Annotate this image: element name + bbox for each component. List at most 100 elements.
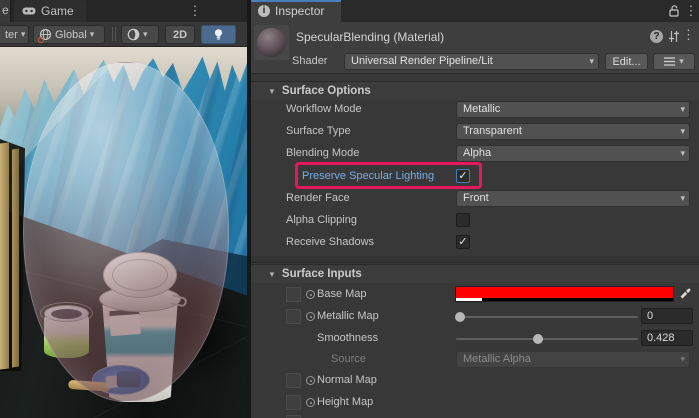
tab-inspector-label: Inspector [275,4,324,18]
receive-shadows-checkbox[interactable]: ✓ [456,235,470,249]
chevron-down-icon: ▾ [90,29,95,40]
chevron-down-icon: ▾ [680,352,685,367]
material-preview-thumbnail[interactable] [254,25,289,60]
shader-dropdown-value: Universal Render Pipeline/Lit [351,55,493,67]
wooden-ladder-rail [0,142,9,369]
object-picker-icon[interactable] [306,376,315,385]
preserve-specular-row: Preserve Specular Lighting ✓ [251,168,699,186]
source-dropdown: Metallic Alpha ▾ [456,351,690,368]
render-face-row: Render Face Front ▾ [251,190,699,208]
help-icon[interactable]: ? [650,30,663,43]
surface-type-label: Surface Type [286,123,351,140]
preserve-specular-label: Preserve Specular Lighting [302,168,434,185]
tab-inspector[interactable]: i Inspector [251,0,341,22]
blending-mode-label: Blending Mode [286,145,359,162]
unlock-icon[interactable] [667,4,681,18]
surface-inputs-title: Surface Inputs [282,268,362,280]
eyedropper-icon[interactable] [677,286,693,302]
object-picker-icon[interactable] [306,290,315,299]
game-pane: e Game ⋮ ter ▾ Global ▾ [0,0,247,418]
info-icon: i [258,5,270,17]
surface-type-row: Surface Type Transparent ▾ [251,123,699,141]
material-preview-sphere [257,28,286,57]
active-tab-accent [251,0,341,2]
surface-inputs-header[interactable]: ▼ Surface Inputs [251,264,699,283]
shader-dropdown[interactable]: Universal Render Pipeline/Lit ▾ [344,53,599,70]
alpha-bar [456,298,673,301]
presets-icon[interactable] [667,30,680,43]
alpha-bar-fill [456,298,482,301]
shading-mode-dropdown[interactable]: ▾ [121,25,159,44]
edit-button-label: Edit... [612,56,640,68]
preserve-specular-checkbox[interactable]: ✓ [456,169,470,183]
normal-map-label: Normal Map [317,372,377,389]
tab-game[interactable]: Game [14,0,86,22]
chevron-down-icon: ▾ [680,191,685,206]
tab-game-label: Game [41,4,74,18]
normal-map-texture-slot[interactable] [286,373,301,388]
metallic-slider[interactable] [456,316,638,318]
material-menu-kebab-icon[interactable]: ⋮ [682,27,695,43]
source-label: Source [331,351,366,368]
receive-shadows-label: Receive Shadows [286,234,374,251]
smoothness-slider-handle[interactable] [533,334,543,344]
receive-shadows-row: Receive Shadows ✓ [251,234,699,252]
chevron-down-icon: ▾ [679,56,684,67]
metallic-map-texture-slot[interactable] [286,309,301,324]
blending-mode-value: Alpha [463,147,491,159]
game-menu-kebab-icon[interactable]: ⋮ [187,0,203,22]
smoothness-value-field[interactable]: 0.428 [641,330,693,346]
metallic-map-row: Metallic Map 0 [251,308,699,326]
2d-label: 2D [173,29,187,41]
next-map-row-partial [251,414,699,418]
shaded-sphere-icon [127,28,140,41]
render-face-dropdown[interactable]: Front ▾ [456,190,690,207]
normal-map-row: Normal Map [251,372,699,390]
global-dropdown[interactable]: Global ▾ [33,25,105,44]
inspector-menu-kebab-icon[interactable]: ⋮ [684,0,698,22]
inspector-tabbar: i Inspector ⋮ [251,0,699,22]
surface-type-value: Transparent [463,125,522,137]
pivot-label: ter [5,29,18,41]
base-map-label: Base Map [317,286,367,303]
workflow-mode-label: Workflow Mode [286,101,362,118]
chevron-down-icon: ▾ [680,146,685,161]
base-map-color-swatch[interactable] [455,286,674,302]
pivot-dropdown[interactable]: ter ▾ [0,25,29,44]
metallic-value-field[interactable]: 0 [641,308,693,324]
blending-mode-dropdown[interactable]: Alpha ▾ [456,145,690,162]
base-map-texture-slot[interactable] [286,287,301,302]
alpha-clipping-row: Alpha Clipping [251,212,699,230]
transparent-specular-sphere [23,62,229,402]
toggle-2d-button[interactable]: 2D [165,25,195,44]
chevron-down-icon: ▾ [680,124,685,139]
smoothness-slider[interactable] [456,338,638,340]
metallic-map-label: Metallic Map [317,308,379,325]
workflow-mode-value: Metallic [463,103,500,115]
scene-lighting-toggle[interactable] [201,25,236,44]
shader-label: Shader [292,55,327,67]
shader-edit-button[interactable]: Edit... [605,53,648,70]
alpha-clipping-checkbox[interactable] [456,213,470,227]
alpha-clipping-label: Alpha Clipping [286,212,357,229]
chevron-down-icon: ▾ [21,29,26,40]
smoothness-source-row: Source Metallic Alpha ▾ [251,351,699,369]
tab-scene-partial[interactable]: e [0,0,11,22]
section-separator [251,256,699,263]
metallic-slider-handle[interactable] [455,312,465,322]
game-viewport[interactable] [0,47,247,418]
workflow-mode-row: Workflow Mode Metallic ▾ [251,101,699,119]
object-picker-icon[interactable] [306,398,315,407]
toolbar-divider [112,27,113,41]
object-picker-icon[interactable] [306,312,315,321]
scene-toolbar: ter ▾ Global ▾ ▾ 2D [0,22,247,47]
render-face-label: Render Face [286,190,350,207]
shader-list-dropdown-button[interactable]: ▾ [653,53,695,70]
chevron-down-icon: ▾ [589,54,594,69]
surface-options-header[interactable]: ▼ Surface Options [251,81,699,100]
workflow-mode-dropdown[interactable]: Metallic ▾ [456,101,690,118]
surface-type-dropdown[interactable]: Transparent ▾ [456,123,690,140]
toolbar-divider [115,27,116,41]
smoothness-label: Smoothness [317,330,378,347]
height-map-texture-slot[interactable] [286,395,301,410]
